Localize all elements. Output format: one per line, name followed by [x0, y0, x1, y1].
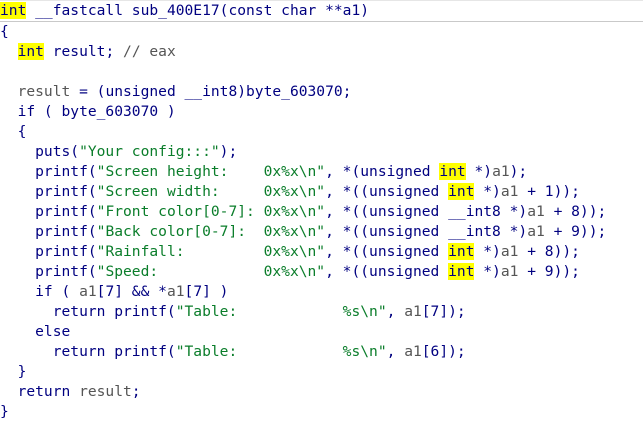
code-token: , — [386, 343, 405, 360]
code-token: , *((unsigned — [325, 183, 449, 200]
code-token: printf( — [0, 203, 97, 220]
code-token: *) — [474, 243, 501, 260]
pseudocode-view[interactable]: int __fastcall sub_400E17(const char **a… — [0, 0, 643, 432]
string-literal: "Your config:::" — [79, 143, 220, 160]
code-token: return printf( — [0, 303, 176, 320]
variable-token: a1 — [492, 163, 510, 180]
code-token: *) — [474, 263, 501, 280]
highlighted-keyword: int — [439, 163, 466, 180]
code-token: + 1)); — [518, 183, 580, 200]
code-line[interactable]: { — [0, 22, 643, 42]
variable-token: a1 — [500, 243, 519, 260]
code-line[interactable] — [0, 62, 643, 82]
code-line[interactable]: printf("Back color[0-7]: 0x%x\n", *((uns… — [0, 222, 643, 242]
code-token: printf( — [0, 183, 97, 200]
highlighted-keyword: int — [448, 263, 475, 280]
code-token: return — [0, 383, 80, 400]
code-token: *) — [474, 183, 501, 200]
code-token: __fastcall sub_400E17(const char ** — [26, 2, 343, 19]
code-line[interactable]: result = (unsigned __int8)byte_603070; — [0, 82, 643, 102]
string-literal: "Table: %s\n" — [175, 303, 387, 320]
code-line[interactable]: printf("Front color[0-7]: 0x%x\n", *((un… — [0, 202, 643, 222]
code-token: [7] && * — [96, 283, 167, 300]
code-token: ; — [105, 43, 124, 60]
code-line[interactable]: if ( a1[7] && *a1[7] ) — [0, 282, 643, 302]
code-line[interactable]: if ( byte_603070 ) — [0, 102, 643, 122]
code-token: = (unsigned __int8)byte_603070; — [70, 83, 352, 100]
code-token: + 8)); — [544, 203, 607, 220]
code-token: + 9)); — [544, 223, 607, 240]
code-line[interactable]: { — [0, 122, 643, 142]
code-token: [7] ) — [184, 283, 229, 300]
code-token: a1 — [342, 2, 361, 19]
code-token: [7]); — [421, 303, 466, 320]
code-token: { — [0, 123, 27, 140]
code-token: printf( — [0, 163, 97, 180]
highlighted-keyword: int — [448, 243, 475, 260]
code-token: ); — [219, 143, 238, 160]
string-literal: "Front color[0-7]: 0x%x\n" — [96, 203, 326, 220]
code-token: , *((unsigned __int8 *) — [325, 203, 528, 220]
code-token: printf( — [0, 263, 97, 280]
function-signature-line[interactable]: int __fastcall sub_400E17(const char **a… — [0, 0, 643, 22]
code-token: result — [43, 43, 106, 60]
code-token: if ( — [0, 283, 80, 300]
code-line[interactable]: return printf("Table: %s\n", a1[6]); — [0, 342, 643, 362]
code-token: printf( — [0, 223, 97, 240]
variable-token: a1 — [79, 283, 97, 300]
code-token: } — [0, 363, 27, 380]
code-line[interactable]: int result; // eax — [0, 42, 643, 62]
variable-token: a1 — [527, 203, 545, 220]
code-token: { — [0, 23, 9, 40]
string-literal: "Rainfall: 0x%x\n" — [96, 243, 326, 260]
code-token: , *((unsigned — [325, 263, 449, 280]
code-token: *) — [465, 163, 493, 180]
code-token: , *((unsigned __int8 *) — [325, 223, 528, 240]
code-token: } — [0, 403, 9, 420]
code-line[interactable]: printf("Speed: 0x%x\n", *((unsigned int … — [0, 262, 643, 282]
variable-token: a1 — [404, 303, 422, 320]
code-token: + 9)); — [518, 263, 580, 280]
highlighted-keyword: int — [17, 43, 44, 60]
highlighted-keyword: int — [0, 2, 27, 19]
code-token: return printf( — [0, 343, 176, 360]
variable-token: result — [79, 383, 132, 400]
code-line[interactable]: return printf("Table: %s\n", a1[7]); — [0, 302, 643, 322]
string-literal: "Table: %s\n" — [175, 343, 387, 360]
code-line[interactable]: } — [0, 362, 643, 382]
code-token: [6]); — [421, 343, 466, 360]
code-token: , *(unsigned — [325, 163, 440, 180]
code-token: else — [0, 323, 71, 340]
code-token: ); — [509, 163, 528, 180]
variable-token: a1 — [404, 343, 422, 360]
code-token: + 8)); — [518, 243, 580, 260]
code-token: , *((unsigned — [325, 243, 449, 260]
variable-token: // eax — [123, 43, 176, 60]
string-literal: "Screen height: 0x%x\n" — [96, 163, 326, 180]
code-token: printf( — [0, 243, 97, 260]
code-token: , — [386, 303, 405, 320]
string-literal: "Screen width: 0x%x\n" — [96, 183, 326, 200]
variable-token: a1 — [527, 223, 545, 240]
code-token: ; — [131, 383, 141, 400]
variable-token: a1 — [500, 263, 519, 280]
code-line[interactable]: return result; — [0, 382, 643, 402]
code-line[interactable]: else — [0, 322, 643, 342]
variable-token: a1 — [500, 183, 519, 200]
code-line[interactable]: printf("Rainfall: 0x%x\n", *((unsigned i… — [0, 242, 643, 262]
highlighted-keyword: int — [448, 183, 475, 200]
code-token: if ( byte_603070 ) — [0, 103, 176, 120]
variable-token: a1 — [166, 283, 185, 300]
code-token: puts( — [0, 143, 80, 160]
code-token: ) — [360, 2, 370, 19]
code-line[interactable]: } — [0, 402, 643, 422]
string-literal: "Back color[0-7]: 0x%x\n" — [96, 223, 326, 240]
code-line[interactable]: puts("Your config:::"); — [0, 142, 643, 162]
string-literal: "Speed: 0x%x\n" — [96, 263, 326, 280]
code-line[interactable]: printf("Screen width: 0x%x\n", *((unsign… — [0, 182, 643, 202]
variable-token: result — [17, 83, 71, 100]
code-line[interactable]: printf("Screen height: 0x%x\n", *(unsign… — [0, 162, 643, 182]
